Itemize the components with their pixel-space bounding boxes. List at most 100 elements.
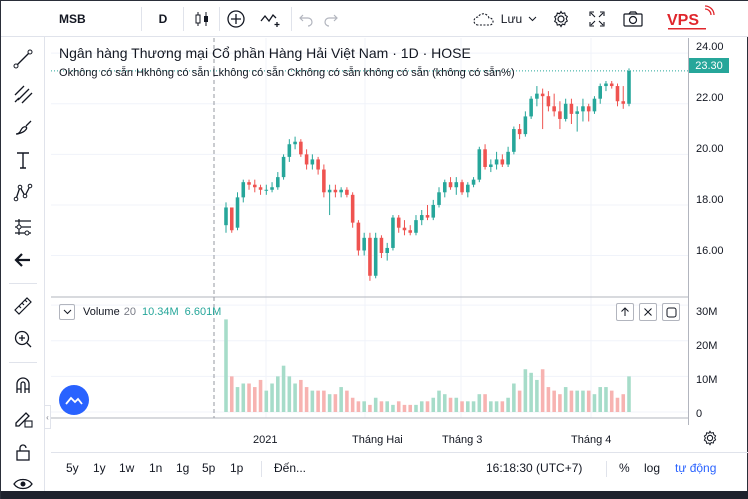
brush-icon[interactable] bbox=[10, 115, 36, 141]
candle-body bbox=[604, 83, 608, 87]
trend-line-icon[interactable] bbox=[10, 46, 36, 72]
close-pane-button[interactable] bbox=[639, 303, 657, 321]
volume-bar bbox=[535, 379, 539, 412]
candle-body bbox=[327, 189, 332, 193]
lock-drawing-icon[interactable] bbox=[10, 405, 36, 431]
fullscreen-icon[interactable] bbox=[585, 1, 609, 37]
percent-scale-toggle[interactable]: % bbox=[619, 461, 630, 475]
candle-body bbox=[448, 182, 453, 188]
range-1y[interactable]: 1y bbox=[93, 461, 106, 475]
cloud-icon bbox=[473, 13, 494, 26]
pattern-icon[interactable] bbox=[10, 180, 36, 206]
volume-bar bbox=[339, 387, 343, 412]
chart-settings-button[interactable] bbox=[701, 429, 719, 447]
candle-body bbox=[425, 215, 430, 218]
volume-collapse-button[interactable] bbox=[59, 304, 75, 320]
volume-name: Volume bbox=[83, 306, 120, 318]
high-value: không có sẵn bbox=[144, 67, 210, 79]
goto-date-button[interactable]: Đến... bbox=[274, 461, 306, 475]
candle-body bbox=[356, 222, 361, 251]
price-axis-label: 20.00 bbox=[696, 143, 724, 155]
candle-body bbox=[270, 187, 274, 190]
volume-bar bbox=[454, 397, 459, 412]
volume-bar bbox=[235, 387, 240, 412]
interval-selector[interactable]: D bbox=[151, 1, 175, 37]
range-1w[interactable]: 1w bbox=[119, 461, 134, 475]
volume-bar bbox=[425, 401, 430, 412]
volume-bar bbox=[385, 401, 389, 412]
candle-body bbox=[299, 141, 303, 155]
volume-bar bbox=[270, 383, 274, 412]
undo-icon[interactable] bbox=[296, 1, 316, 37]
volume-bar bbox=[615, 397, 620, 412]
volume-bar bbox=[247, 383, 251, 412]
range-5p[interactable]: 5p bbox=[202, 461, 215, 475]
redo-icon[interactable] bbox=[321, 1, 341, 37]
volume-bar bbox=[299, 379, 303, 412]
candle-body bbox=[391, 217, 395, 248]
volume-axis-label: 20M bbox=[696, 340, 718, 352]
pitchfork-icon[interactable] bbox=[10, 81, 36, 107]
candlestick-chart[interactable] bbox=[51, 38, 689, 425]
candle-body bbox=[609, 83, 614, 87]
log-scale-toggle[interactable]: log bbox=[644, 461, 660, 475]
range-1n[interactable]: 1n bbox=[149, 461, 162, 475]
zoom-in-icon[interactable] bbox=[10, 326, 36, 352]
range-1p[interactable]: 1p bbox=[230, 461, 243, 475]
volume-bar bbox=[281, 365, 286, 412]
volume-bar bbox=[575, 390, 579, 412]
volume-bar bbox=[310, 390, 315, 412]
save-button[interactable]: Lưu bbox=[466, 1, 544, 37]
volume-bar bbox=[408, 404, 413, 412]
compare-icon[interactable] bbox=[257, 1, 285, 37]
candle-body bbox=[483, 149, 487, 167]
gear-icon[interactable] bbox=[549, 1, 573, 37]
candle-body bbox=[385, 247, 389, 253]
maximize-pane-button[interactable] bbox=[662, 303, 680, 321]
back-arrow-icon[interactable] bbox=[10, 247, 36, 273]
candle-body bbox=[535, 93, 539, 99]
volume-bar bbox=[604, 387, 608, 412]
candles-chart-type-icon[interactable] bbox=[189, 1, 215, 37]
candle-body bbox=[333, 189, 338, 193]
range-1g[interactable]: 1g bbox=[176, 461, 189, 475]
candle-body bbox=[494, 159, 499, 165]
volume-bar bbox=[558, 394, 562, 412]
range-5y[interactable]: 5y bbox=[66, 461, 79, 475]
camera-icon[interactable] bbox=[621, 1, 645, 37]
candle-body bbox=[368, 237, 372, 276]
candle-body bbox=[552, 106, 556, 112]
candle-body bbox=[454, 182, 459, 188]
symbol-search[interactable]: MSB bbox=[59, 1, 99, 37]
candle-body bbox=[396, 217, 401, 228]
candle-body bbox=[276, 177, 280, 188]
candle-body bbox=[419, 215, 424, 221]
move-pane-up-button[interactable] bbox=[616, 303, 634, 321]
auto-scale-toggle[interactable]: tự động bbox=[675, 461, 716, 475]
add-indicator-icon[interactable] bbox=[223, 1, 249, 37]
volume-bar bbox=[373, 397, 378, 412]
volume-bar bbox=[224, 319, 228, 412]
volume-bar bbox=[293, 383, 297, 412]
ruler-icon[interactable] bbox=[10, 293, 36, 319]
pane-controls bbox=[616, 303, 680, 321]
text-icon[interactable] bbox=[10, 147, 36, 173]
volume-bar bbox=[598, 387, 602, 412]
tradingview-logo-button[interactable] bbox=[59, 385, 89, 415]
volume-bar bbox=[552, 390, 556, 412]
toolbar-divider bbox=[9, 362, 37, 363]
timezone-clock[interactable]: 16:18:30 (UTC+7) bbox=[486, 461, 582, 475]
price-axis-label: 24.00 bbox=[696, 41, 724, 53]
svg-text:VPS: VPS bbox=[667, 12, 699, 29]
prediction-icon[interactable] bbox=[10, 214, 36, 240]
high-key: H bbox=[136, 67, 145, 79]
candle-body bbox=[558, 111, 562, 119]
candle-body bbox=[316, 159, 320, 170]
candle-body bbox=[264, 189, 269, 191]
lock-icon[interactable] bbox=[10, 439, 36, 465]
candle-body bbox=[253, 184, 257, 188]
candle-body bbox=[598, 86, 602, 99]
gear-icon bbox=[703, 430, 717, 446]
volume-bar bbox=[241, 383, 246, 412]
magnet-icon[interactable] bbox=[10, 372, 36, 398]
